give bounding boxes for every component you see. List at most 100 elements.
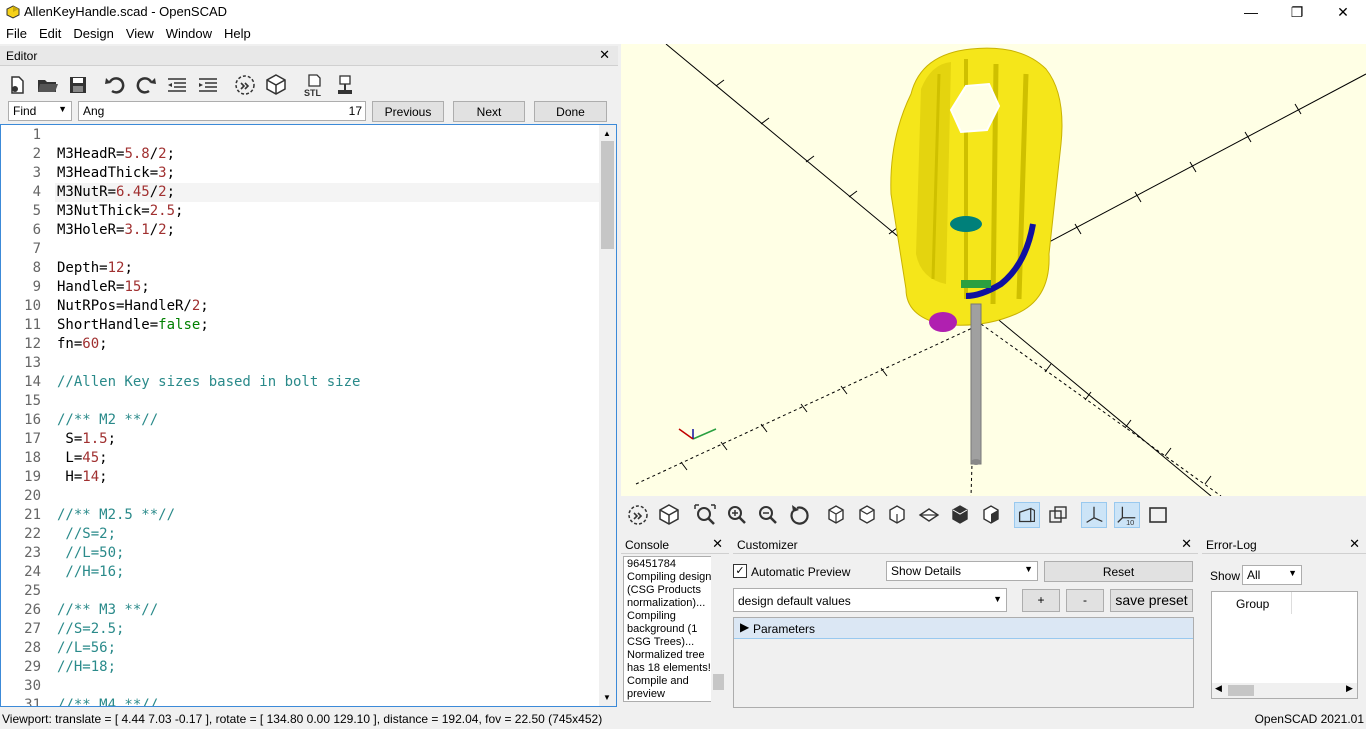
scroll-down-icon[interactable]: ▼: [603, 693, 611, 702]
menu-help[interactable]: Help: [218, 24, 257, 41]
reset-button[interactable]: Reset: [1044, 561, 1193, 582]
menu-bar: File Edit Design View Window Help: [0, 24, 1366, 44]
code-line: M3NutThick=2.5;: [57, 203, 184, 219]
line-number: 3: [32, 165, 41, 181]
orthogonal-icon[interactable]: [1045, 502, 1071, 528]
code-line: //L=56;: [57, 640, 117, 656]
svg-text:STL: STL: [304, 88, 322, 98]
menu-design[interactable]: Design: [67, 24, 119, 41]
editor-toolbar: STL: [0, 68, 618, 100]
show-axes-icon[interactable]: [1081, 502, 1107, 528]
scroll-thumb[interactable]: [601, 141, 614, 249]
menu-view[interactable]: View: [120, 24, 160, 41]
editor-close-button[interactable]: ✕: [599, 47, 610, 63]
automatic-preview-checkbox[interactable]: ✓: [733, 564, 747, 578]
open-file-icon[interactable]: [34, 72, 60, 98]
indent-icon[interactable]: [195, 72, 221, 98]
code-line: M3HoleR=3.1/2;: [57, 222, 176, 238]
console-scrollbar[interactable]: [711, 556, 725, 706]
close-window-button[interactable]: ✕: [1320, 0, 1366, 24]
find-done-button[interactable]: Done: [534, 101, 607, 122]
find-mode-select[interactable]: Find ▼: [8, 101, 72, 121]
zoom-in-icon[interactable]: [724, 502, 750, 528]
render-icon[interactable]: [656, 502, 682, 528]
editor-vertical-scrollbar[interactable]: ▲ ▼: [599, 125, 616, 706]
zoom-out-icon[interactable]: [755, 502, 781, 528]
console-scroll-thumb[interactable]: [713, 674, 724, 690]
line-number: 11: [24, 317, 41, 333]
minimize-button[interactable]: —: [1228, 0, 1274, 24]
show-details-select[interactable]: Show Details ▼: [886, 561, 1038, 581]
save-file-icon[interactable]: [65, 72, 91, 98]
line-number: 15: [24, 393, 41, 409]
line-number: 22: [24, 526, 41, 542]
console-output: 96451784 Compiling design (CSG Products …: [623, 556, 716, 702]
line-number: 17: [24, 431, 41, 447]
add-preset-button[interactable]: +: [1022, 589, 1060, 612]
group-column-header[interactable]: Group: [1212, 592, 1292, 614]
code-line: H=14;: [57, 469, 108, 485]
hscroll-thumb[interactable]: [1228, 685, 1254, 696]
axis-line-3: [635, 323, 982, 485]
expand-triangle-icon[interactable]: ▶: [740, 620, 749, 634]
view-top-icon[interactable]: [854, 502, 880, 528]
show-scale-markers-icon[interactable]: 10: [1114, 502, 1140, 528]
find-input[interactable]: Ang 17: [78, 101, 366, 121]
unindent-icon[interactable]: [164, 72, 190, 98]
scroll-up-icon[interactable]: ▲: [603, 129, 611, 138]
view-left-icon[interactable]: [916, 502, 942, 528]
view-bottom-icon[interactable]: [884, 502, 910, 528]
view-front-icon[interactable]: [947, 502, 973, 528]
find-previous-button[interactable]: Previous: [372, 101, 444, 122]
view-right-icon[interactable]: [823, 502, 849, 528]
preset-select[interactable]: design default values ▼: [733, 588, 1007, 612]
customizer-close-button[interactable]: ✕: [1181, 536, 1192, 552]
code-line: HandleR=15;: [57, 279, 150, 295]
send-to-printer-icon[interactable]: [332, 72, 358, 98]
line-number: 6: [32, 222, 41, 238]
remove-preset-button[interactable]: -: [1066, 589, 1104, 612]
code-line: //** M4 **//: [57, 697, 159, 707]
code-editor[interactable]: 1 2 M3HeadR=5.8/2; 3 M3HeadThick=3; 4 M3NutR=6…: [0, 124, 617, 707]
title-bar: AllenKeyHandle.scad - OpenSCAD — ❐ ✕: [0, 0, 1366, 24]
find-next-button[interactable]: Next: [453, 101, 525, 122]
line-number: 27: [24, 621, 41, 637]
line-number: 26: [24, 602, 41, 618]
show-filter-select[interactable]: All ▼: [1242, 565, 1302, 585]
menu-window[interactable]: Window: [160, 24, 218, 41]
3d-viewport[interactable]: [621, 44, 1366, 496]
error-log-close-button[interactable]: ✕: [1349, 536, 1360, 552]
code-line: M3HeadR=5.8/2;: [57, 146, 176, 162]
export-stl-icon[interactable]: STL: [301, 72, 327, 98]
console-close-button[interactable]: ✕: [712, 536, 723, 552]
show-edges-icon[interactable]: [1145, 502, 1171, 528]
render-icon[interactable]: [263, 72, 289, 98]
preview-icon[interactable]: [625, 502, 651, 528]
scroll-left-icon[interactable]: ◀: [1215, 683, 1222, 694]
preset-value: design default values: [738, 594, 851, 608]
save-preset-button[interactable]: save preset: [1110, 589, 1193, 612]
restore-button[interactable]: ❐: [1274, 0, 1320, 24]
redo-icon[interactable]: [133, 72, 159, 98]
line-number: 20: [24, 488, 41, 504]
undo-icon[interactable]: [102, 72, 128, 98]
chevron-down-icon: ▼: [1288, 568, 1297, 578]
menu-file[interactable]: File: [0, 24, 33, 41]
find-match-count: 17: [348, 104, 362, 118]
perspective-icon[interactable]: [1014, 502, 1040, 528]
preview-icon[interactable]: [232, 72, 258, 98]
scroll-right-icon[interactable]: ▶: [1346, 683, 1353, 694]
view-back-icon[interactable]: [978, 502, 1004, 528]
line-number: 9: [32, 279, 41, 295]
menu-edit[interactable]: Edit: [33, 24, 67, 41]
line-number: 5: [32, 203, 41, 219]
parameters-group[interactable]: ▶ Parameters: [734, 618, 1193, 639]
reset-view-icon[interactable]: [786, 502, 812, 528]
error-log-panel: Error-Log ✕ Show All ▼ Group ◀ ▶: [1202, 536, 1366, 708]
error-log-hscrollbar[interactable]: ◀ ▶: [1212, 683, 1357, 698]
show-filter-value: All: [1247, 568, 1261, 582]
new-file-icon[interactable]: [4, 72, 30, 98]
code-line: M3HeadThick=3;: [57, 165, 176, 181]
line-number: 23: [24, 545, 41, 561]
view-all-icon[interactable]: [692, 502, 718, 528]
